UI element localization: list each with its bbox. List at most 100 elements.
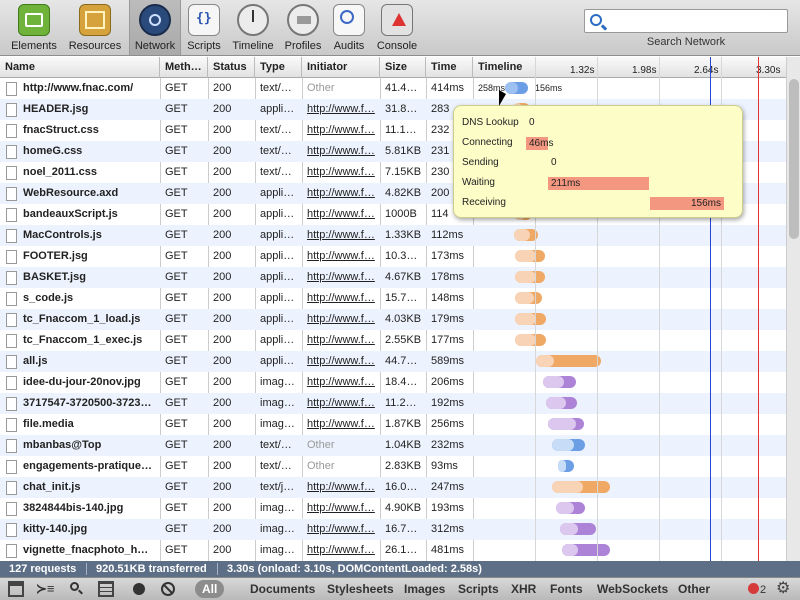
table-row[interactable]: chat_init.js GET 200 text/j… http://www.f… 16…: [0, 477, 786, 498]
cell-initiator[interactable]: http://www.f…: [302, 288, 380, 309]
table-row[interactable]: BASKET.jsg GET 200 appli… http://www.f… 4.67K…: [0, 267, 786, 288]
gear-icon[interactable]: ⚙: [776, 581, 792, 597]
error-icon[interactable]: [748, 583, 759, 594]
cell-initiator[interactable]: http://www.f…: [302, 372, 380, 393]
column-header-type[interactable]: Type: [255, 57, 302, 78]
timeline-bar[interactable]: [515, 250, 545, 262]
table-row[interactable]: s_code.js GET 200 appli… http://www.f… 15.7… 1…: [0, 288, 786, 309]
table-row[interactable]: mbanbas@Top GET 200 text/… Other 1.04KB 232ms: [0, 435, 786, 456]
table-row[interactable]: vignette_fnacphoto_h… GET 200 imag… http://w…: [0, 540, 786, 561]
search-icon[interactable]: [68, 581, 84, 597]
column-header-status[interactable]: Status: [208, 57, 255, 78]
filter-websockets[interactable]: WebSockets: [597, 580, 668, 598]
filter-images[interactable]: Images: [404, 580, 445, 598]
tool-scripts[interactable]: {} Scripts: [184, 2, 224, 54]
timeline-bar[interactable]: [556, 502, 585, 514]
tool-elements[interactable]: Elements: [6, 2, 62, 54]
timeline-bar[interactable]: [548, 418, 584, 430]
cell-initiator[interactable]: http://www.f…: [302, 120, 380, 141]
cell-initiator[interactable]: http://www.f…: [302, 225, 380, 246]
timeline-bar[interactable]: [560, 523, 596, 535]
tool-profiles[interactable]: Profiles: [281, 2, 325, 54]
timeline-tick: 1.32s: [570, 65, 595, 76]
search-input[interactable]: [584, 9, 788, 33]
cell-initiator[interactable]: http://www.f…: [302, 99, 380, 120]
cell-method: GET: [165, 103, 188, 115]
timeline-bar[interactable]: [546, 397, 577, 409]
timeline-bar[interactable]: [536, 355, 601, 367]
load-timing: 3.30s (onload: 3.10s, DOMContentLoaded: …: [227, 563, 482, 575]
large-rows-icon[interactable]: [98, 581, 114, 597]
cell-initiator[interactable]: http://www.f…: [302, 477, 380, 498]
clear-icon[interactable]: [161, 582, 175, 596]
filter-all[interactable]: All: [195, 580, 225, 598]
table-row[interactable]: all.js GET 200 appli… http://www.f… 44.7… 589m…: [0, 351, 786, 372]
table-row[interactable]: FOOTER.jsg GET 200 appli… http://www.f… 10.3……: [0, 246, 786, 267]
timeline-bar[interactable]: [552, 439, 585, 451]
column-header-timeline[interactable]: Timeline: [473, 57, 533, 78]
record-icon[interactable]: [133, 583, 145, 595]
cell-initiator[interactable]: http://www.f…: [302, 351, 380, 372]
latency-segment: [558, 460, 566, 472]
column-header-method[interactable]: Meth…: [160, 57, 208, 78]
table-row[interactable]: kitty-140.jpg GET 200 imag… http://www.f… 16.…: [0, 519, 786, 540]
timeline-bar[interactable]: [562, 544, 610, 556]
filter-documents[interactable]: Documents: [250, 580, 315, 598]
cell-type: appli…: [260, 229, 295, 241]
network-summary-bar: 127 requests 920.51KB transferred 3.30s …: [0, 561, 800, 577]
cell-initiator[interactable]: http://www.f…: [302, 246, 380, 267]
timeline-bar[interactable]: [515, 271, 545, 283]
timeline-bar[interactable]: [515, 292, 542, 304]
table-row[interactable]: idee-du-jour-20nov.jpg GET 200 imag… http://…: [0, 372, 786, 393]
table-row[interactable]: file.media GET 200 imag… http://www.f… 1.87KB…: [0, 414, 786, 435]
cell-initiator[interactable]: http://www.f…: [302, 309, 380, 330]
tool-audits[interactable]: Audits: [330, 2, 368, 54]
tool-label: Elements: [11, 40, 57, 52]
vertical-scrollbar[interactable]: [786, 57, 800, 561]
cell-initiator[interactable]: http://www.f…: [302, 330, 380, 351]
column-header-size[interactable]: Size: [380, 57, 426, 78]
table-row[interactable]: 3824844bis-140.jpg GET 200 imag… http://www.…: [0, 498, 786, 519]
tool-resources[interactable]: Resources: [66, 2, 124, 54]
timeline-bar[interactable]: [505, 82, 528, 94]
scrollbar-thumb[interactable]: [789, 79, 799, 239]
table-row[interactable]: MacControls.js GET 200 appli… http://www.f… 1…: [0, 225, 786, 246]
tool-timeline[interactable]: Timeline: [230, 2, 276, 54]
column-header-name[interactable]: Name: [0, 57, 160, 78]
filter-fonts[interactable]: Fonts: [550, 580, 583, 598]
cell-initiator[interactable]: http://www.f…: [302, 141, 380, 162]
cell-initiator[interactable]: http://www.f…: [302, 183, 380, 204]
timeline-bar[interactable]: [552, 481, 610, 493]
table-row[interactable]: http://www.fnac.com/GET 200 text/… Other 41.…: [0, 78, 786, 99]
cell-initiator[interactable]: http://www.f…: [302, 414, 380, 435]
cell-initiator[interactable]: http://www.f…: [302, 204, 380, 225]
cell-name: 3717547-3720500-3723…: [23, 397, 152, 409]
cell-initiator[interactable]: http://www.f…: [302, 498, 380, 519]
timeline-bar[interactable]: [515, 313, 546, 325]
tool-network[interactable]: Network: [129, 0, 181, 55]
cell-initiator[interactable]: http://www.f…: [302, 393, 380, 414]
dock-icon[interactable]: [8, 581, 24, 597]
cell-initiator[interactable]: http://www.f…: [302, 519, 380, 540]
timeline-bar[interactable]: [515, 334, 546, 346]
filter-stylesheets[interactable]: Stylesheets: [327, 580, 394, 598]
column-header-time[interactable]: Time: [426, 57, 473, 78]
timeline-bar[interactable]: [543, 376, 576, 388]
cell-initiator[interactable]: http://www.f…: [302, 540, 380, 561]
cell-status: 200: [213, 418, 232, 430]
cell-initiator[interactable]: http://www.f…: [302, 162, 380, 183]
table-row[interactable]: engagements-pratique… GET 200 text/… Other 2.…: [0, 456, 786, 477]
table-row[interactable]: 3717547-3720500-3723… GET 200 imag… http://w…: [0, 393, 786, 414]
table-row[interactable]: tc_Fnaccom_1_exec.js GET 200 appli… http://w…: [0, 330, 786, 351]
tool-console[interactable]: Console: [373, 2, 421, 54]
filter-scripts[interactable]: Scripts: [458, 580, 499, 598]
console-toggle-icon[interactable]: ≻≡: [36, 581, 54, 597]
filter-xhr[interactable]: XHR: [511, 580, 536, 598]
tool-label: Audits: [333, 40, 365, 52]
column-header-initiator[interactable]: Initiator: [302, 57, 380, 78]
cell-initiator[interactable]: http://www.f…: [302, 267, 380, 288]
table-row[interactable]: tc_Fnaccom_1_load.js GET 200 appli… http://w…: [0, 309, 786, 330]
filter-other[interactable]: Other: [678, 580, 710, 598]
timeline-bar[interactable]: [558, 460, 574, 472]
latency-segment: [546, 397, 566, 409]
